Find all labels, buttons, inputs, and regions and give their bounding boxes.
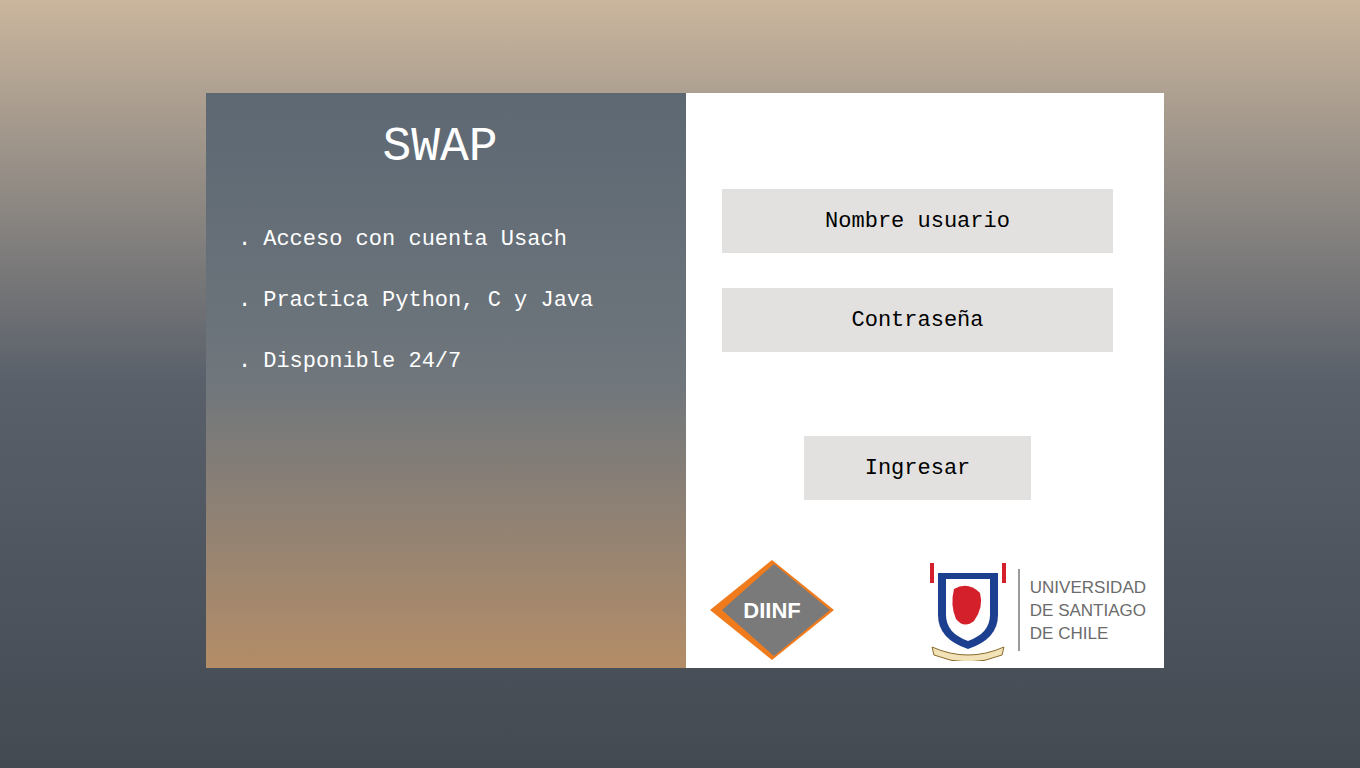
feature-item: .Practica Python, C y Java <box>238 287 686 314</box>
login-card: SWAP .Acceso con cuenta Usach .Practica Py… <box>206 93 1164 668</box>
svg-text:DIINF: DIINF <box>743 598 800 623</box>
diinf-logo-icon: DIINF <box>708 558 836 662</box>
input-field[interactable]: Contraseña <box>722 288 1113 352</box>
login-page: SWAP .Acceso con cuenta Usach .Practica Py… <box>0 0 1360 768</box>
university-name: UNIVERSIDADDE SANTIAGODE CHILE <box>1026 576 1146 645</box>
divider <box>1018 569 1020 651</box>
feature-item: .Disponible 24/7 <box>238 348 686 375</box>
submit-button[interactable]: Ingresar <box>804 436 1031 500</box>
form-panel: Nombre usuario Contraseña Ingresar DIINF UNI… <box>686 93 1164 668</box>
hero-panel: SWAP .Acceso con cuenta Usach .Practica Py… <box>206 93 686 668</box>
feature-item: .Acceso con cuenta Usach <box>238 226 686 253</box>
feature-list: .Acceso con cuenta Usach .Practica Python… <box>206 226 686 375</box>
university-logo: UNIVERSIDADDE SANTIAGODE CHILE <box>924 559 1146 661</box>
crest-icon <box>924 559 1012 661</box>
app-title: SWAP <box>206 93 686 171</box>
logo-row: DIINF UNIVERSIDADDE SANTIAGODE CHILE <box>686 558 1164 662</box>
input-field[interactable]: Nombre usuario <box>722 189 1113 253</box>
